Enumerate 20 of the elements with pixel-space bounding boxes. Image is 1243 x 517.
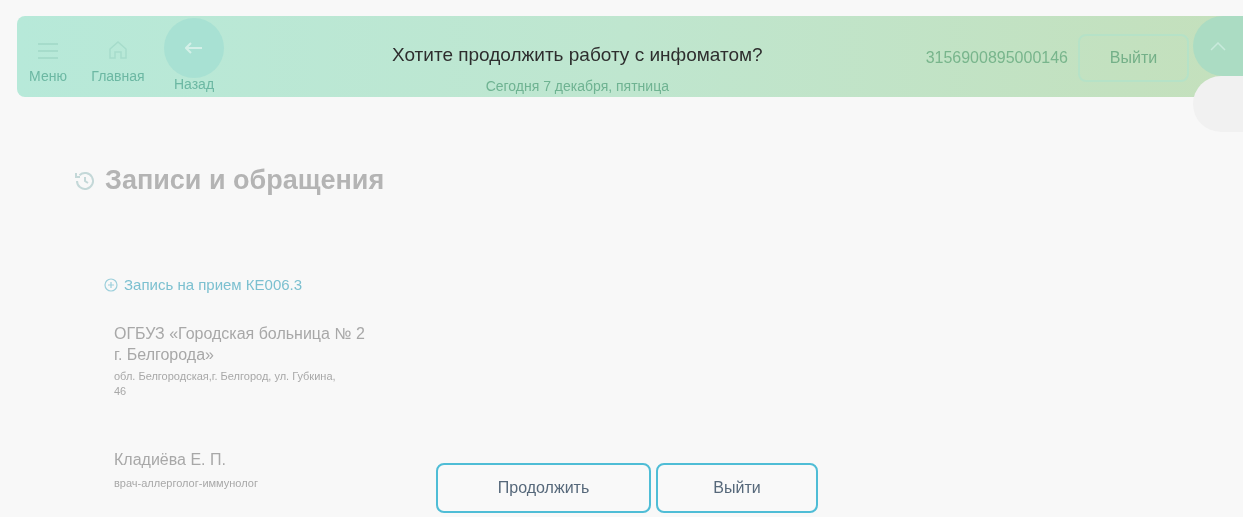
terminal-id: 3156900895000146 — [925, 49, 1068, 67]
continue-button[interactable]: Продолжить — [436, 463, 651, 513]
date-text: Сегодня 7 декабря, пятница — [485, 78, 669, 94]
collapse-button[interactable] — [1193, 16, 1243, 76]
menu-label[interactable]: Меню — [29, 68, 67, 84]
logout-button[interactable]: Выйти — [1078, 34, 1189, 82]
side-button[interactable] — [1193, 76, 1243, 132]
appointment-link[interactable]: Запись на прием КЕ006.3 — [124, 276, 303, 293]
chevron-up-icon — [1210, 41, 1226, 51]
plus-circle-icon — [104, 277, 118, 292]
clinic-address: обл. Белгородская,г. Белгород, ул. Губкина, 46 — [114, 369, 337, 399]
page-title: Записи и обращения — [105, 165, 385, 196]
doctor-name: Кладиёва Е. П. — [114, 451, 227, 469]
home-label[interactable]: Главная — [91, 68, 145, 84]
back-label[interactable]: Назад — [173, 76, 215, 92]
clinic-name: ОГБУЗ «Городская больница № 2 г. Белгорода» — [114, 324, 366, 365]
doctor-specialty: врач-аллерголог-иммунолог — [114, 477, 259, 489]
dialog-question: Хотите продолжить работу с инфоматом? — [392, 44, 763, 66]
left-arrow-icon — [185, 42, 203, 54]
exit-button[interactable]: Выйти — [656, 463, 818, 513]
